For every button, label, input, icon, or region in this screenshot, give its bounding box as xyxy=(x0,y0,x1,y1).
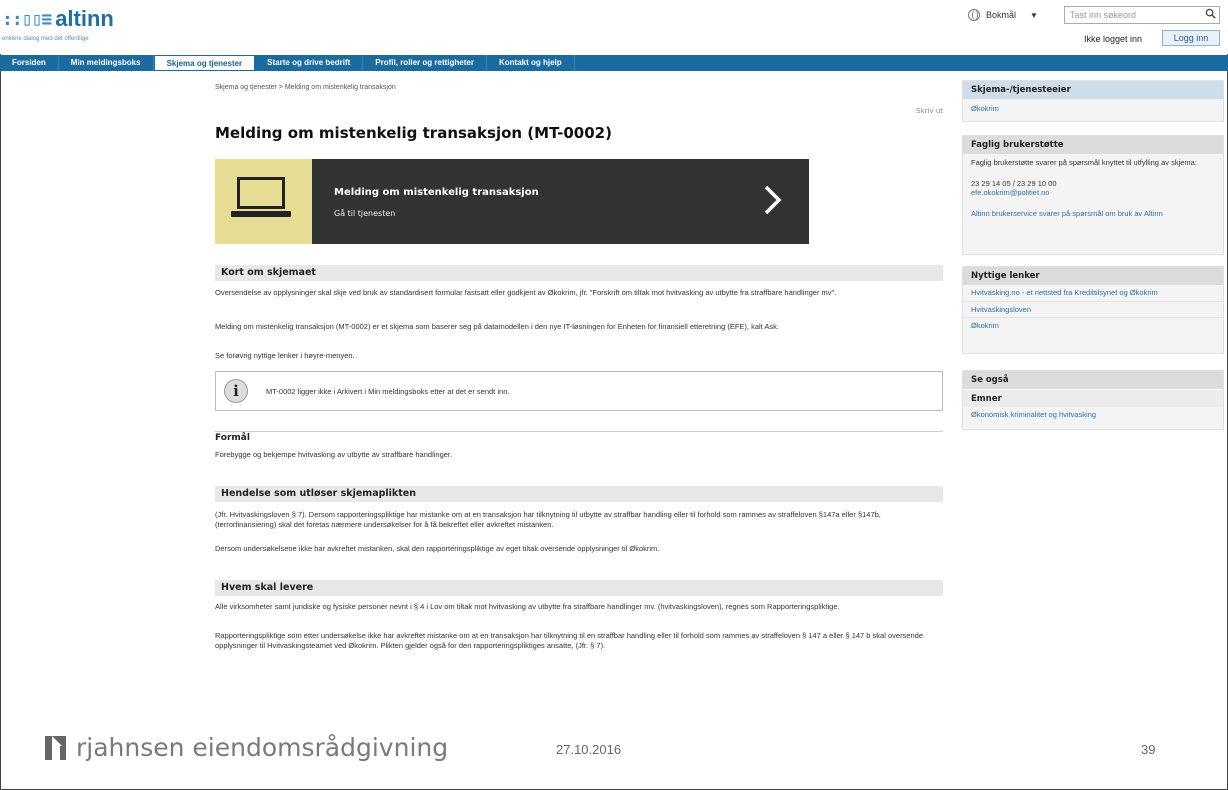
support-phone: 23 29 14 05 / 23 29 10 00 xyxy=(971,178,1057,188)
laptop-icon xyxy=(237,177,285,209)
owner-heading: Skjema-/tjenesteeier xyxy=(963,81,1223,99)
nav-item-skjema-og-tjenester[interactable]: Skjema og tjenester xyxy=(153,55,256,71)
formal-heading: Formål xyxy=(215,433,250,443)
search-input[interactable]: Tast inn søkeord xyxy=(1064,6,1220,24)
search-icon[interactable] xyxy=(1205,8,1216,19)
info-box: i MT-0002 ligger ikke i Arkivert i Min m… xyxy=(215,371,943,411)
footer-date: 27.10.2016 xyxy=(556,742,622,757)
owner-box: Skjema-/tjenesteeier Økokrim xyxy=(962,80,1224,122)
paragraph: Forebygge og bekjempe hvitvasking av utb… xyxy=(215,450,453,459)
paragraph: Se forøvrig nyttige lenker i høyre-menye… xyxy=(215,351,355,360)
paragraph: (Jfr. Hvitvaskingsloven § 7). Dersom rap… xyxy=(215,510,881,529)
banner-title: Melding om mistenkelig transaksjon xyxy=(334,187,539,198)
login-status: Ikke logget inn xyxy=(1084,34,1143,44)
see-also-box: Se også Emner Økonomisk kriminalitet og … xyxy=(962,370,1224,430)
support-box: Faglig brukerstøtte Faglig brukerstøtte … xyxy=(962,135,1224,255)
section-heading-hendelse: Hendelse som utløser skjemaplikten xyxy=(215,486,943,502)
nav-item-starte-og-drive-bedrift[interactable]: Starte og drive bedrift xyxy=(255,55,364,71)
altinn-logo-text: altinn xyxy=(55,6,114,31)
nav-item-kontakt-og-hjelp[interactable]: Kontakt og hjelp xyxy=(487,55,575,71)
footer-logo: rjahnsen eiendomsrådgivning xyxy=(44,732,448,762)
go-to-service-link[interactable]: Gå til tjenesten xyxy=(334,209,395,218)
nav-item-min-meldingsboks[interactable]: Min meldingsboks xyxy=(59,55,154,71)
section-heading-kort-om: Kort om skjemaet xyxy=(215,265,943,281)
paragraph: Dersom undersøkelsene ikke har avkreftet… xyxy=(215,544,660,553)
page-title: Melding om mistenkelig transaksjon (MT-0… xyxy=(215,124,612,142)
useful-links-box: Nyttige lenker Hvitvasking.no - et netts… xyxy=(962,266,1224,354)
chevron-down-icon: ▼ xyxy=(1030,10,1038,20)
language-label: Bokmål xyxy=(986,10,1017,20)
site-header: ::▯▯≡ altinn enklere dialog med det offe… xyxy=(0,0,1228,54)
altinn-logo[interactable]: ::▯▯≡ altinn xyxy=(2,6,114,32)
main-nav: Forsiden Min meldingsboks Skjema og tjen… xyxy=(0,55,1228,71)
laptop-base xyxy=(231,211,291,217)
topic-link[interactable]: Økonomisk kriminalitet og hvitvasking xyxy=(963,407,1223,423)
globe-icon xyxy=(968,9,980,21)
chevron-right-icon[interactable] xyxy=(761,185,785,215)
altinn-logo-mark: ::▯▯≡ xyxy=(2,8,52,30)
print-link[interactable]: Skriv ut xyxy=(916,107,943,115)
nav-item-profil-roller[interactable]: Profil, roller og rettigheter xyxy=(363,55,487,71)
support-text: Faglig brukerstøtte svarer på spørsmål k… xyxy=(971,158,1197,167)
info-text: MT-0002 ligger ikke i Arkivert i Min mel… xyxy=(266,387,510,396)
footer-brand: rjahnsen eiendomsrådgivning xyxy=(76,732,449,762)
useful-links-heading: Nyttige lenker xyxy=(963,267,1223,285)
section-heading-hvem-skal-levere: Hvem skal levere xyxy=(215,580,943,596)
service-banner[interactable]: Melding om mistenkelig transaksjon Gå ti… xyxy=(215,159,809,244)
owner-link[interactable]: Økokrim xyxy=(963,99,1223,117)
paragraph: Alle virksomheter samt juridiske og fysi… xyxy=(215,602,840,611)
divider xyxy=(215,431,943,432)
search-placeholder: Tast inn søkeord xyxy=(1070,10,1137,20)
support-heading: Faglig brukerstøtte xyxy=(963,136,1223,154)
language-select[interactable]: Bokmål ▼ xyxy=(968,6,1058,24)
paragraph: Oversendelse av opplysninger skal skje v… xyxy=(215,288,837,297)
page-number: 39 xyxy=(1141,742,1156,757)
see-also-heading: Se også xyxy=(963,371,1223,389)
paragraph: Melding om mistenkelig transaksjon (MT-0… xyxy=(215,322,780,331)
rj-logo-icon xyxy=(45,736,66,760)
banner-text-panel[interactable]: Melding om mistenkelig transaksjon Gå ti… xyxy=(312,159,809,244)
tagline: enklere dialog med det offentlige xyxy=(2,36,89,42)
topics-heading: Emner xyxy=(963,389,1223,407)
link-hvitvasking-no[interactable]: Hvitvasking.no - et nettsted fra Kreditt… xyxy=(963,285,1223,302)
info-icon: i xyxy=(224,379,248,403)
altinn-support-link[interactable]: Altinn brukerservice svarer på spørsmål … xyxy=(963,201,1223,222)
paragraph: Rapporteringspliktige som etter undersøk… xyxy=(215,631,923,650)
breadcrumb[interactable]: Skjema og tjenester > Melding om mistenk… xyxy=(215,84,396,91)
banner-icon-panel xyxy=(215,159,312,244)
login-button[interactable]: Logg inn xyxy=(1162,30,1220,46)
link-okokrim[interactable]: Økokrim xyxy=(963,318,1223,334)
nav-item-forsiden[interactable]: Forsiden xyxy=(0,55,59,71)
support-email-link[interactable]: efe.okokrim@politiet.no xyxy=(963,188,1223,201)
link-hvitvaskingsloven[interactable]: Hvitvaskingsloven xyxy=(963,302,1223,318)
